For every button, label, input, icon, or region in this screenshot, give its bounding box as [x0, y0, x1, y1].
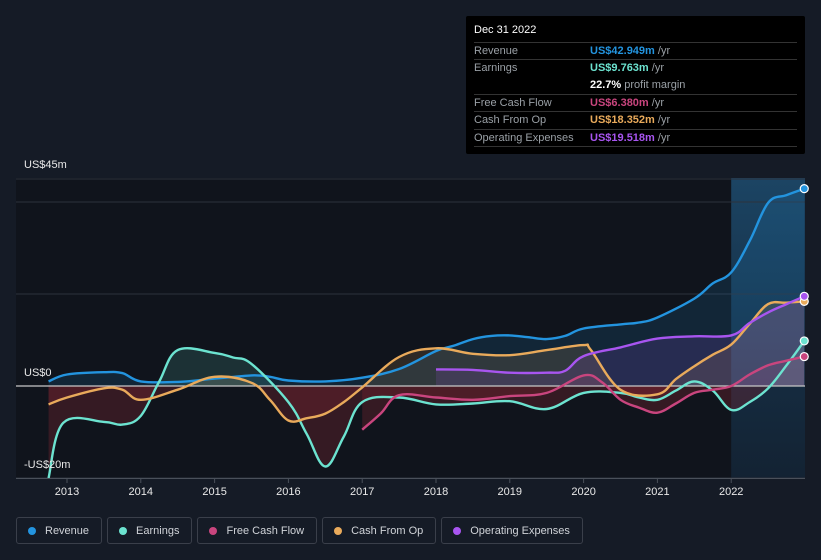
legend-item-cash-from-op[interactable]: Cash From Op	[322, 517, 437, 544]
x-axis: 2013 2014 2015 2016 2017 2018 2019 2020 2021 2022	[16, 478, 805, 498]
tooltip-row-unit: /yr	[654, 114, 671, 127]
tooltip-row-value: US$18.352m /yr	[590, 114, 671, 127]
tooltip-row: 22.7% profit margin	[474, 77, 797, 94]
y-tick-label-bottom: -US$20m	[24, 459, 71, 471]
tooltip-date: Dec 31 2022	[474, 24, 537, 36]
legend-label: Free Cash Flow	[226, 524, 305, 537]
legend-label: Earnings	[136, 524, 180, 537]
tooltip-row-value: 22.7% profit margin	[590, 78, 686, 91]
legend-item-free-cash-flow[interactable]: Free Cash Flow	[197, 517, 318, 544]
legend-dot-icon	[28, 526, 36, 535]
tooltip-row-value: US$42.949m /yr	[590, 45, 671, 57]
tooltip-row-label: Operating Expenses	[474, 131, 574, 144]
x-tick-label: 2014	[129, 486, 153, 498]
operating-expenses-endpoint[interactable]	[799, 291, 809, 301]
y-tick-label-zero: US$0	[24, 367, 52, 379]
tooltip-row-unit: /yr	[654, 45, 671, 57]
legend-dot-icon	[334, 526, 343, 535]
tooltip-divider	[474, 145, 797, 147]
tooltip-row: Earnings US$9.763m /yr	[474, 59, 797, 77]
x-tick-label: 2019	[498, 486, 522, 498]
tooltip-row: Revenue US$42.949m /yr	[474, 42, 797, 60]
legend-dot-icon	[209, 526, 218, 535]
legend: Revenue Earnings Free Cash Flow Cash From O…	[16, 517, 583, 544]
legend-label: Revenue	[45, 524, 90, 537]
earnings-endpoint[interactable]	[799, 336, 809, 346]
legend-item-earnings[interactable]: Earnings	[107, 517, 193, 544]
tooltip-row-unit: /yr	[648, 62, 664, 75]
tooltip-row: Operating Expenses US$19.518m /yr	[474, 128, 797, 147]
tooltip-row-value: US$9.763m /yr	[590, 62, 664, 75]
tooltip-row-unit: profit margin	[621, 78, 686, 91]
x-tick-label: 2022	[719, 486, 743, 498]
tooltip-row-value: US$6.380m /yr	[590, 96, 664, 109]
free-cash-flow-endpoint[interactable]	[799, 351, 809, 362]
x-tick-label: 2018	[424, 486, 448, 498]
x-tick-label: 2021	[645, 486, 669, 498]
tooltip-row-label: Earnings	[474, 62, 518, 75]
legend-dot-icon	[453, 526, 462, 535]
x-tick-label: 2017	[350, 486, 374, 498]
tooltip-panel: Dec 31 2022 Revenue US$42.949m /yr Earning…	[466, 16, 805, 154]
x-tick-label: 2016	[276, 486, 300, 498]
legend-item-operating-expenses[interactable]: Operating Expenses	[441, 517, 583, 544]
x-tick-label: 2015	[202, 486, 226, 498]
revenue-endpoint[interactable]	[799, 184, 809, 194]
tooltip-row-label: Revenue	[474, 45, 519, 57]
x-tick-label: 2013	[55, 486, 79, 498]
tooltip-row-unit: /yr	[654, 131, 671, 144]
tooltip-row: Free Cash Flow US$6.380m /yr	[474, 93, 797, 112]
y-tick-label-top: US$45m	[24, 159, 67, 171]
legend-label: Cash From Op	[351, 524, 424, 537]
legend-item-revenue[interactable]: Revenue	[16, 517, 103, 544]
legend-label: Operating Expenses	[470, 524, 570, 537]
x-tick-label: 2020	[571, 486, 595, 498]
legend-dot-icon	[119, 526, 128, 535]
tooltip-row-label: Free Cash Flow	[474, 96, 552, 109]
tooltip-row-unit: /yr	[648, 96, 664, 109]
tooltip-row-value: US$19.518m /yr	[590, 131, 671, 144]
tooltip-row-label: Cash From Op	[474, 114, 547, 127]
tooltip-row: Cash From Op US$18.352m /yr	[474, 111, 797, 129]
